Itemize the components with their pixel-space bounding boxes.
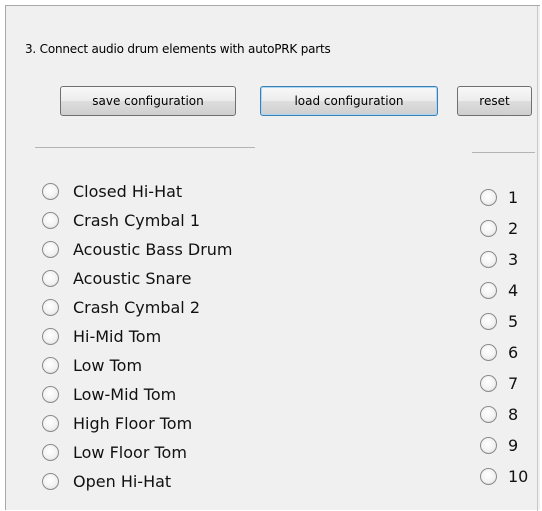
- radio-button[interactable]: [42, 183, 59, 200]
- drum-element-option[interactable]: Crash Cymbal 2: [42, 293, 233, 322]
- load-configuration-button[interactable]: load configuration: [260, 86, 438, 116]
- drum-element-radio-group: Closed Hi-Hat Crash Cymbal 1 Acoustic Bass…: [42, 177, 233, 496]
- radio-button[interactable]: [480, 282, 497, 299]
- drum-mapping-panel: 3. Connect audio drum elements with auto…: [5, 5, 540, 511]
- radio-button[interactable]: [480, 375, 497, 392]
- drum-element-option[interactable]: Low Floor Tom: [42, 438, 233, 467]
- autoprk-part-option[interactable]: 5: [480, 306, 528, 337]
- drum-element-label: High Floor Tom: [73, 414, 193, 433]
- drum-element-label: Low Floor Tom: [73, 443, 187, 462]
- radio-button[interactable]: [480, 313, 497, 330]
- save-configuration-button[interactable]: save configuration: [60, 86, 236, 116]
- drum-element-label: Acoustic Bass Drum: [73, 240, 233, 259]
- radio-button[interactable]: [480, 344, 497, 361]
- autoprk-part-option[interactable]: 3: [480, 244, 528, 275]
- drum-element-label: Open Hi-Hat: [73, 472, 172, 491]
- drum-element-label: Closed Hi-Hat: [73, 182, 183, 201]
- autoprk-part-label: 8: [508, 405, 519, 424]
- drum-element-option[interactable]: High Floor Tom: [42, 409, 233, 438]
- autoprk-part-label: 2: [508, 219, 519, 238]
- radio-button[interactable]: [480, 220, 497, 237]
- autoprk-part-option[interactable]: 2: [480, 213, 528, 244]
- autoprk-part-label: 1: [508, 188, 519, 207]
- radio-button[interactable]: [42, 328, 59, 345]
- autoprk-part-label: 10: [508, 467, 529, 486]
- radio-button[interactable]: [42, 299, 59, 316]
- radio-button[interactable]: [480, 251, 497, 268]
- autoprk-part-label: 6: [508, 343, 519, 362]
- radio-button[interactable]: [42, 386, 59, 403]
- drum-element-label: Acoustic Snare: [73, 269, 192, 288]
- radio-button[interactable]: [42, 270, 59, 287]
- radio-button[interactable]: [480, 189, 497, 206]
- drum-element-option[interactable]: Closed Hi-Hat: [42, 177, 233, 206]
- radio-button[interactable]: [42, 241, 59, 258]
- drum-element-label: Crash Cymbal 1: [73, 211, 201, 230]
- radio-button[interactable]: [42, 212, 59, 229]
- drum-element-option[interactable]: Low-Mid Tom: [42, 380, 233, 409]
- autoprk-part-option[interactable]: 4: [480, 275, 528, 306]
- autoprk-part-option[interactable]: 1: [480, 182, 528, 213]
- drum-element-label: Low Tom: [73, 356, 143, 375]
- panel-edge: [537, 6, 538, 511]
- drum-element-label: Low-Mid Tom: [73, 385, 177, 404]
- drum-element-option[interactable]: Acoustic Bass Drum: [42, 235, 233, 264]
- drum-element-option[interactable]: Acoustic Snare: [42, 264, 233, 293]
- drum-element-option[interactable]: Open Hi-Hat: [42, 467, 233, 496]
- autoprk-part-label: 7: [508, 374, 519, 393]
- radio-button[interactable]: [480, 468, 497, 485]
- autoprk-part-label: 9: [508, 436, 519, 455]
- autoprk-part-option[interactable]: 9: [480, 430, 528, 461]
- drum-element-label: Hi-Mid Tom: [73, 327, 162, 346]
- autoprk-part-label: 3: [508, 250, 519, 269]
- autoprk-part-option[interactable]: 7: [480, 368, 528, 399]
- radio-button[interactable]: [42, 357, 59, 374]
- radio-button[interactable]: [480, 437, 497, 454]
- drum-element-option[interactable]: Hi-Mid Tom: [42, 322, 233, 351]
- autoprk-part-label: 4: [508, 281, 519, 300]
- autoprk-part-option[interactable]: 8: [480, 399, 528, 430]
- autoprk-part-label: 5: [508, 312, 519, 331]
- parts-list-separator: [472, 152, 535, 153]
- radio-button[interactable]: [42, 444, 59, 461]
- drum-element-option[interactable]: Low Tom: [42, 351, 233, 380]
- radio-button[interactable]: [42, 415, 59, 432]
- autoprk-part-radio-group: 1 2 3 4 5 6 7 8 9 10: [480, 182, 528, 492]
- drum-list-separator: [35, 147, 255, 148]
- drum-element-option[interactable]: Crash Cymbal 1: [42, 206, 233, 235]
- autoprk-part-option[interactable]: 6: [480, 337, 528, 368]
- radio-button[interactable]: [42, 473, 59, 490]
- reset-button[interactable]: reset: [457, 86, 532, 116]
- step-heading: 3. Connect audio drum elements with auto…: [25, 42, 331, 56]
- radio-button[interactable]: [480, 406, 497, 423]
- autoprk-part-option[interactable]: 10: [480, 461, 528, 492]
- drum-element-label: Crash Cymbal 2: [73, 298, 201, 317]
